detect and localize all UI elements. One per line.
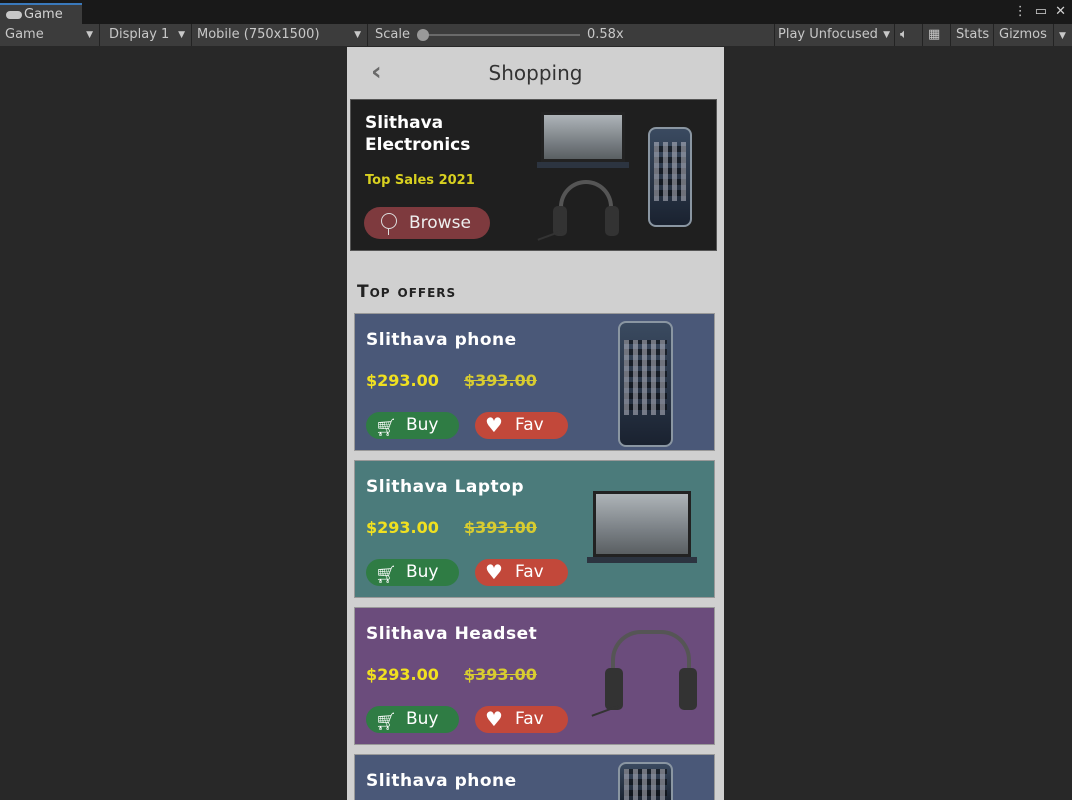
page-title: Shopping: [488, 61, 583, 85]
chevron-down-icon: ▼: [354, 30, 361, 40]
laptop-image: [537, 112, 629, 170]
close-icon[interactable]: ✕: [1055, 4, 1066, 19]
banner-title-line: Slithava: [365, 113, 444, 133]
game-toolbar: Game ▼ Display 1 ▼ Mobile (750x1500) ▼ Scal…: [0, 24, 1072, 46]
app-header: ‹ Shopping: [347, 47, 724, 97]
fav-button[interactable]: ♥ Fav: [475, 706, 568, 733]
editor-tab-bar: Game ⋮ ▭ ✕: [0, 0, 1072, 24]
product-title: Slithava phone: [366, 771, 517, 791]
game-tab[interactable]: Game: [0, 3, 82, 24]
shortcuts-button[interactable]: ▦: [923, 24, 951, 46]
more-icon[interactable]: ⋮: [1014, 4, 1027, 19]
fav-label: Fav: [515, 415, 544, 435]
scale-slider[interactable]: [422, 34, 580, 36]
cart-icon: 🛒︎: [375, 712, 397, 732]
product-title: Slithava Headset: [366, 624, 538, 644]
headset-image: [537, 180, 621, 244]
gamepad-icon: [6, 11, 22, 19]
fav-button[interactable]: ♥ Fav: [475, 412, 568, 439]
product-old-price: $393.00: [464, 371, 537, 390]
product-price: $293.00: [366, 665, 439, 684]
product-old-price: $393.00: [464, 518, 537, 537]
product-price: $293.00: [366, 518, 439, 537]
heart-icon: ♥: [485, 413, 503, 437]
mute-audio-button[interactable]: 🔈︎: [895, 24, 923, 46]
product-title: Slithava phone: [366, 330, 517, 350]
headset-image: [591, 630, 697, 717]
play-mode-label: Play Unfocused: [778, 27, 878, 42]
buy-label: Buy: [406, 562, 439, 582]
promo-banner: Slithava Electronics Top Sales 2021 Brows…: [350, 99, 717, 251]
banner-title-line: Electronics: [365, 135, 471, 155]
scale-slider-handle[interactable]: [417, 29, 429, 41]
phone-image: [618, 321, 673, 447]
buy-button[interactable]: 🛒︎ Buy: [366, 412, 459, 439]
heart-icon: ♥: [485, 560, 503, 584]
phone-image: [618, 762, 673, 800]
chevron-down-icon: ▼: [883, 30, 890, 40]
cart-icon: 🛒︎: [375, 565, 397, 585]
product-price: $293.00: [366, 371, 439, 390]
heart-icon: ♥: [485, 707, 503, 731]
gizmos-label: Gizmos: [999, 27, 1047, 42]
gizmos-button[interactable]: Gizmos: [994, 24, 1054, 46]
browse-label: Browse: [409, 213, 471, 233]
buy-button[interactable]: 🛒︎ Buy: [366, 706, 459, 733]
resolution-dropdown[interactable]: Mobile (750x1500) ▼: [192, 24, 368, 46]
banner-title: Slithava Electronics: [365, 112, 470, 156]
section-title: Top offers: [357, 282, 457, 302]
scale-value: 0.58x: [587, 27, 624, 42]
product-old-price: $393.00: [464, 665, 537, 684]
play-mode-dropdown[interactable]: Play Unfocused ▼: [773, 24, 895, 46]
buy-label: Buy: [406, 709, 439, 729]
keyboard-icon: ▦: [928, 27, 941, 42]
gizmos-dropdown[interactable]: ▼: [1054, 24, 1072, 46]
laptop-image: [587, 491, 697, 569]
chevron-down-icon: ▼: [178, 30, 185, 40]
product-card: Slithava phone $293.00 $393.00 🛒︎ Buy ♥ Fa…: [354, 313, 715, 451]
product-card: Slithava Laptop $293.00 $393.00 🛒︎ Buy ♥ F…: [354, 460, 715, 598]
chevron-down-icon: ▼: [1059, 31, 1066, 41]
fav-label: Fav: [515, 562, 544, 582]
view-label: Game: [5, 27, 44, 42]
stats-button[interactable]: Stats: [951, 24, 994, 46]
display-label: Display 1: [109, 27, 170, 42]
maximize-icon[interactable]: ▭: [1035, 4, 1047, 19]
buy-button[interactable]: 🛒︎ Buy: [366, 559, 459, 586]
resolution-label: Mobile (750x1500): [197, 27, 320, 42]
buy-label: Buy: [406, 415, 439, 435]
globe-icon: [381, 213, 397, 235]
game-view: ‹ Shopping Slithava Electronics Top Sales…: [347, 47, 724, 800]
product-title: Slithava Laptop: [366, 477, 525, 497]
fav-label: Fav: [515, 709, 544, 729]
phone-image: [648, 127, 692, 227]
chevron-down-icon: ▼: [86, 30, 93, 40]
product-card: Slithava phone: [354, 754, 715, 800]
stats-label: Stats: [956, 27, 990, 42]
speaker-icon: 🔈︎: [900, 27, 908, 42]
fav-button[interactable]: ♥ Fav: [475, 559, 568, 586]
display-dropdown[interactable]: Display 1 ▼: [104, 24, 192, 46]
view-dropdown[interactable]: Game ▼: [0, 24, 100, 46]
banner-subtitle: Top Sales 2021: [365, 173, 475, 188]
scale-label: Scale: [375, 27, 410, 42]
tab-label: Game: [24, 7, 63, 22]
product-card: Slithava Headset $293.00 $393.00 🛒︎ Buy ♥…: [354, 607, 715, 745]
browse-button[interactable]: Browse: [364, 207, 490, 239]
cart-icon: 🛒︎: [375, 418, 397, 438]
